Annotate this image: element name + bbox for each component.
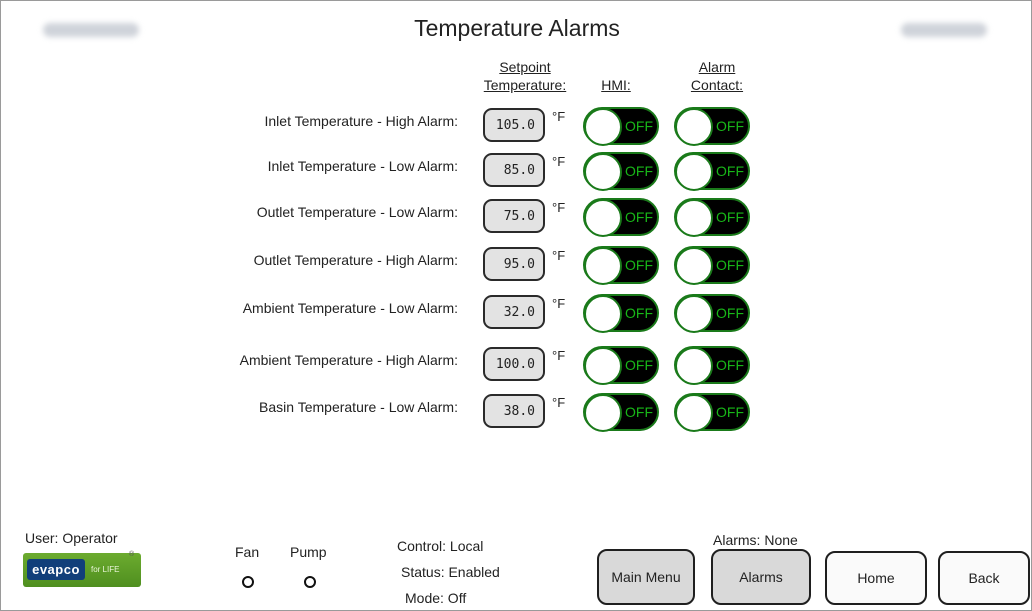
alarm-label: Outlet Temperature - High Alarm: bbox=[253, 252, 458, 268]
alarm-row: Basin Temperature - Low Alarm: 38.0 °F OFF O… bbox=[1, 389, 1032, 433]
toggle-state: OFF bbox=[716, 257, 744, 273]
toggle-knob bbox=[675, 347, 713, 385]
toggle-knob bbox=[584, 295, 622, 333]
setpoint-input[interactable]: 75.0 bbox=[483, 199, 545, 233]
toggle-state: OFF bbox=[625, 357, 653, 373]
logo-wordmark: evapco bbox=[27, 559, 85, 580]
alarm-label: Inlet Temperature - Low Alarm: bbox=[267, 158, 458, 174]
enabled-status: Status: Enabled bbox=[401, 564, 500, 580]
hmi-toggle[interactable]: OFF bbox=[583, 198, 659, 237]
hmi-toggle[interactable]: OFF bbox=[583, 294, 659, 333]
setpoint-input[interactable]: 32.0 bbox=[483, 295, 545, 329]
column-header-alarm-line2: Contact: bbox=[690, 77, 744, 93]
toggle-knob bbox=[584, 247, 622, 285]
column-header-alarm-line1: Alarm bbox=[698, 59, 736, 75]
alarm-label: Outlet Temperature - Low Alarm: bbox=[256, 204, 458, 220]
unit-label: °F bbox=[552, 200, 566, 215]
toggle-knob bbox=[584, 347, 622, 385]
alarm-row: Outlet Temperature - High Alarm: 95.0 °F OF… bbox=[1, 242, 1032, 286]
alarm-row: Ambient Temperature - Low Alarm: 32.0 °F OF… bbox=[1, 290, 1032, 334]
alarms-status: Alarms: None bbox=[713, 532, 798, 548]
hmi-toggle[interactable]: OFF bbox=[583, 246, 659, 285]
toggle-state: OFF bbox=[716, 404, 744, 420]
control-status: Control: Local bbox=[397, 538, 484, 554]
setpoint-input[interactable]: 38.0 bbox=[483, 394, 545, 428]
setpoint-input[interactable]: 85.0 bbox=[483, 153, 545, 187]
hmi-toggle[interactable]: OFF bbox=[583, 152, 659, 191]
toggle-state: OFF bbox=[716, 209, 744, 225]
unit-label: °F bbox=[552, 296, 566, 311]
toggle-state: OFF bbox=[716, 163, 744, 179]
unit-label: °F bbox=[552, 109, 566, 124]
alarm-contact-toggle[interactable]: OFF bbox=[674, 107, 750, 146]
mode-status: Mode: Off bbox=[405, 590, 467, 606]
alarms-button[interactable]: Alarms bbox=[711, 549, 811, 605]
toggle-state: OFF bbox=[625, 305, 653, 321]
column-header-setpoint: Setpoint Temperature: bbox=[463, 58, 587, 94]
toggle-knob bbox=[675, 394, 713, 432]
logo-tagline: for LIFE bbox=[91, 565, 120, 574]
setpoint-input[interactable]: 105.0 bbox=[483, 108, 545, 142]
alarm-row: Inlet Temperature - Low Alarm: 85.0 °F OFF O… bbox=[1, 148, 1032, 192]
hmi-screen: Temperature Alarms Setpoint Temperature:… bbox=[0, 0, 1032, 611]
alarm-contact-toggle[interactable]: OFF bbox=[674, 246, 750, 285]
toggle-state: OFF bbox=[625, 209, 653, 225]
column-header-alarm-contact: Alarm Contact: bbox=[685, 58, 749, 94]
alarm-label: Inlet Temperature - High Alarm: bbox=[264, 113, 459, 129]
toggle-knob bbox=[675, 153, 713, 191]
toggle-state: OFF bbox=[625, 163, 653, 179]
alarm-row: Ambient Temperature - High Alarm: 100.0 °F… bbox=[1, 342, 1032, 386]
alarm-row: Outlet Temperature - Low Alarm: 75.0 °F OFF… bbox=[1, 194, 1032, 238]
toggle-knob bbox=[584, 394, 622, 432]
fan-indicator-icon bbox=[242, 576, 254, 588]
toggle-knob bbox=[675, 295, 713, 333]
alarm-label: Ambient Temperature - Low Alarm: bbox=[242, 300, 458, 316]
column-header-setpoint-line2: Temperature: bbox=[483, 77, 567, 93]
toggle-state: OFF bbox=[716, 118, 744, 134]
logo-trademark: ® bbox=[129, 551, 135, 558]
hmi-toggle[interactable]: OFF bbox=[583, 393, 659, 432]
back-button[interactable]: Back bbox=[938, 551, 1030, 605]
unit-label: °F bbox=[552, 248, 566, 263]
pump-indicator-icon bbox=[304, 576, 316, 588]
user-label: User: Operator bbox=[25, 530, 118, 546]
toggle-state: OFF bbox=[625, 404, 653, 420]
toggle-state: OFF bbox=[625, 118, 653, 134]
alarm-label: Ambient Temperature - High Alarm: bbox=[239, 352, 458, 368]
column-header-setpoint-line1: Setpoint bbox=[499, 59, 551, 75]
column-header-hmi: HMI: bbox=[601, 77, 631, 93]
main-menu-button[interactable]: Main Menu bbox=[597, 549, 695, 605]
setpoint-input[interactable]: 100.0 bbox=[483, 347, 545, 381]
toggle-state: OFF bbox=[716, 357, 744, 373]
hmi-toggle[interactable]: OFF bbox=[583, 107, 659, 146]
alarm-contact-toggle[interactable]: OFF bbox=[674, 346, 750, 385]
toggle-knob bbox=[584, 108, 622, 146]
toggle-knob bbox=[584, 153, 622, 191]
evapco-logo: evapco for LIFE bbox=[23, 553, 141, 587]
alarm-label: Basin Temperature - Low Alarm: bbox=[259, 399, 458, 415]
alarm-row: Inlet Temperature - High Alarm: 105.0 °F OF… bbox=[1, 103, 1032, 147]
toggle-knob bbox=[584, 199, 622, 237]
alarm-contact-toggle[interactable]: OFF bbox=[674, 152, 750, 191]
toggle-knob bbox=[675, 108, 713, 146]
page-title: Temperature Alarms bbox=[414, 15, 620, 41]
hmi-toggle[interactable]: OFF bbox=[583, 346, 659, 385]
unit-label: °F bbox=[552, 395, 566, 410]
toggle-knob bbox=[675, 247, 713, 285]
alarm-contact-toggle[interactable]: OFF bbox=[674, 294, 750, 333]
toggle-state: OFF bbox=[625, 257, 653, 273]
pump-label: Pump bbox=[290, 544, 327, 560]
setpoint-input[interactable]: 95.0 bbox=[483, 247, 545, 281]
unit-label: °F bbox=[552, 348, 566, 363]
toggle-state: OFF bbox=[716, 305, 744, 321]
alarm-contact-toggle[interactable]: OFF bbox=[674, 393, 750, 432]
home-button[interactable]: Home bbox=[825, 551, 927, 605]
alarm-contact-toggle[interactable]: OFF bbox=[674, 198, 750, 237]
unit-label: °F bbox=[552, 154, 566, 169]
toggle-knob bbox=[675, 199, 713, 237]
fan-label: Fan bbox=[235, 544, 260, 560]
